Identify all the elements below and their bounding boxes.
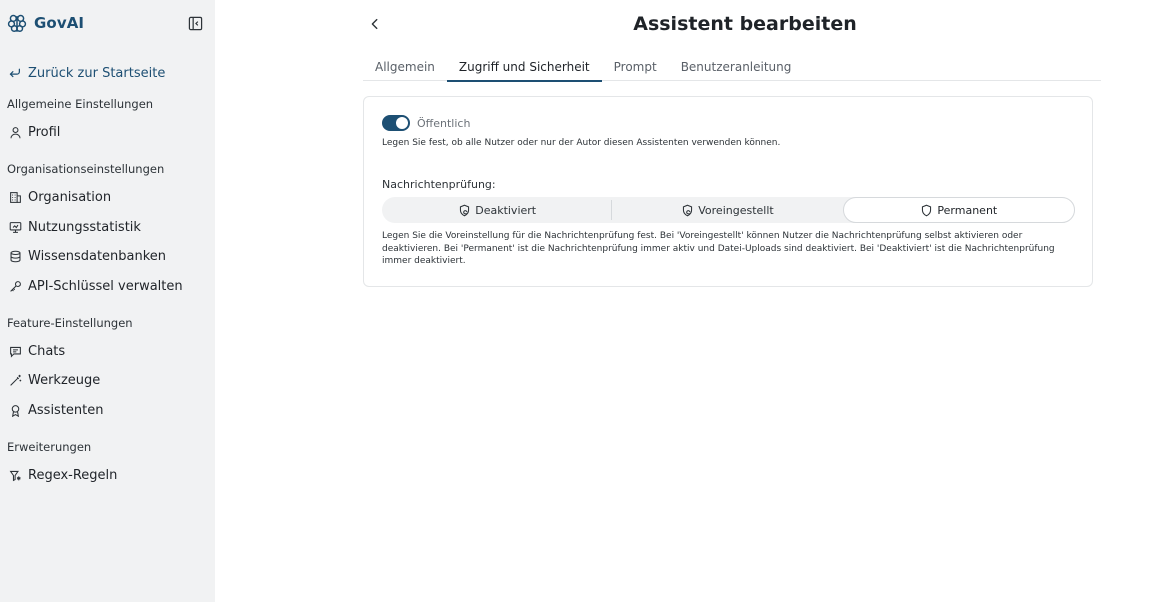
sidebar-item-api-keys[interactable]: API-Schlüssel verwalten <box>8 276 183 296</box>
section-label-organisation: Organisationseinstellungen <box>7 162 165 176</box>
sidebar-item-regex[interactable]: Regex-Regeln <box>8 465 117 485</box>
section-label-extensions: Erweiterungen <box>7 440 92 454</box>
collapse-sidebar-button[interactable] <box>186 14 204 32</box>
option-label: Deaktiviert <box>475 203 537 217</box>
option-voreingestellt[interactable]: Voreingestellt <box>612 197 842 223</box>
monitor-icon <box>8 220 22 234</box>
public-toggle[interactable] <box>382 115 410 131</box>
public-toggle-label: Öffentlich <box>417 116 471 130</box>
message-check-help-text: Legen Sie die Voreinstellung für die Nac… <box>382 231 1055 266</box>
back-link-label: Zurück zur Startseite <box>28 65 166 81</box>
section-label-features: Feature-Einstellungen <box>7 316 133 330</box>
option-label: Voreingestellt <box>698 203 774 217</box>
shield-refresh-icon <box>683 204 693 216</box>
tab-benutzeranleitung[interactable]: Benutzeranleitung <box>669 52 804 81</box>
key-icon <box>8 279 22 293</box>
sidebar-item-profil[interactable]: Profil <box>8 122 60 142</box>
sidebar-item-chats[interactable]: Chats <box>8 341 65 361</box>
regex-filter-icon <box>8 468 22 482</box>
tab-zugriff-und-sicherheit[interactable]: Zugriff und Sicherheit <box>446 52 602 82</box>
sidebar-item-label: Organisation <box>28 189 112 205</box>
database-icon <box>8 249 22 263</box>
sidebar-item-label: Regex-Regeln <box>28 467 118 483</box>
sidebar-collapse-icon <box>188 16 202 30</box>
sidebar-item-label: Nutzungsstatistik <box>28 219 141 235</box>
option-permanent[interactable]: Permanent <box>842 197 1075 223</box>
page-title: Assistent bearbeiten <box>633 13 857 35</box>
access-security-card: Öffentlich Legen Sie fest, ob alle Nutze… <box>363 96 1093 287</box>
sidebar-item-label: Werkzeuge <box>28 372 101 388</box>
message-check-segmented-control: Deaktiviert Voreingestellt Permanent <box>382 197 1075 223</box>
sidebar-item-assistenten[interactable]: Assistenten <box>8 400 104 420</box>
brain-logo-icon <box>7 14 27 32</box>
sidebar-item-label: API-Schlüssel verwalten <box>28 278 183 294</box>
brand[interactable]: GovAI <box>6 12 84 34</box>
building-icon <box>8 190 22 204</box>
user-icon <box>8 125 22 139</box>
sidebar-item-label: Assistenten <box>28 402 104 418</box>
return-arrow-icon <box>8 66 22 80</box>
tab-bar: Allgemein Zugriff und Sicherheit Prompt … <box>363 52 1101 82</box>
sidebar: GovAI Zurück zur Startseite Allgemeine E… <box>0 0 215 602</box>
sidebar-item-werkzeuge[interactable]: Werkzeuge <box>8 370 100 390</box>
shield-refresh-icon <box>460 204 470 216</box>
section-label-general: Allgemeine Einstellungen <box>7 97 154 111</box>
option-deaktiviert[interactable]: Deaktiviert <box>382 197 613 223</box>
brand-name: GovAI <box>34 14 85 32</box>
back-to-home-link[interactable]: Zurück zur Startseite <box>8 64 165 82</box>
sidebar-item-organisation[interactable]: Organisation <box>8 187 111 207</box>
tab-allgemein[interactable]: Allgemein <box>363 52 447 81</box>
public-toggle-row: Öffentlich <box>382 114 470 132</box>
chat-icon <box>8 344 22 358</box>
sidebar-item-wissensdatenbanken[interactable]: Wissensdatenbanken <box>8 246 166 266</box>
award-icon <box>8 403 22 417</box>
sidebar-item-label: Profil <box>28 124 61 140</box>
sidebar-item-label: Wissensdatenbanken <box>28 248 167 264</box>
tab-prompt[interactable]: Prompt <box>602 52 669 81</box>
main-content: Assistent bearbeiten Allgemein Zugriff u… <box>215 0 1157 602</box>
shield-icon <box>922 204 932 216</box>
option-label: Permanent <box>937 203 998 217</box>
message-check-label: Nachrichtenprüfung: <box>382 178 496 191</box>
public-help-text: Legen Sie fest, ob alle Nutzer oder nur … <box>382 138 781 148</box>
sidebar-item-nutzungsstatistik[interactable]: Nutzungsstatistik <box>8 217 141 237</box>
sidebar-item-label: Chats <box>28 343 66 359</box>
wand-icon <box>8 373 22 387</box>
